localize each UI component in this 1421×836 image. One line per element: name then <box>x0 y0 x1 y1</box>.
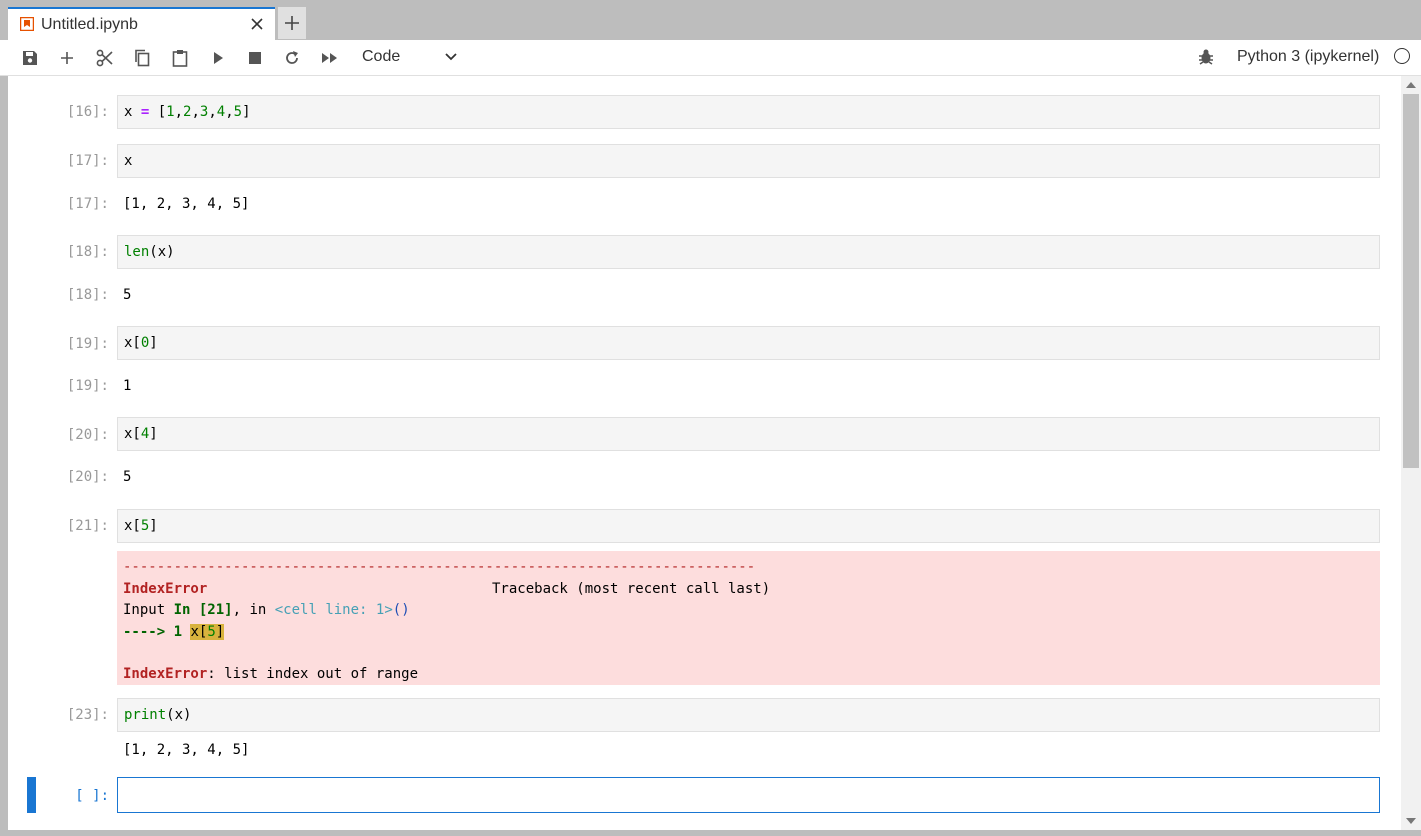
code-cell-input[interactable]: x[0] <box>117 326 1380 360</box>
code-text: x[5] <box>124 518 158 534</box>
paste-button[interactable] <box>169 48 191 68</box>
code-cell-input[interactable]: x[5] <box>117 509 1380 543</box>
kernel-status-icon <box>1394 48 1410 64</box>
run-all-icon <box>322 53 337 63</box>
output-prompt: [19]: <box>66 378 109 394</box>
tab-bar: Untitled.ipynb <box>0 0 1421 40</box>
copy-icon <box>135 49 150 67</box>
input-prompt: [19]: <box>66 336 109 352</box>
code-cell-input[interactable]: x = [1,2,3,4,5] <box>117 95 1380 129</box>
code-cell-input[interactable]: print(x) <box>117 698 1380 732</box>
copy-button[interactable] <box>131 48 153 68</box>
code-text: x <box>124 153 133 169</box>
cell-type-value: Code <box>362 48 401 65</box>
error-name: IndexError <box>123 581 208 597</box>
paste-icon <box>172 50 188 67</box>
tab-notebook[interactable]: Untitled.ipynb <box>8 7 275 40</box>
code-text: x[4] <box>124 426 158 442</box>
new-tab-button[interactable] <box>278 7 306 39</box>
stop-button[interactable] <box>244 48 266 68</box>
input-prompt: [18]: <box>66 244 109 260</box>
code-text: print(x) <box>124 707 192 723</box>
close-icon[interactable] <box>248 15 266 33</box>
cell-type-select[interactable]: Code <box>362 48 462 68</box>
cell-output: 5 <box>123 469 132 485</box>
code-cell-input[interactable]: len(x) <box>117 235 1380 269</box>
notebook-icon <box>20 17 34 31</box>
code-cell-input[interactable]: x <box>117 144 1380 178</box>
tab-title: Untitled.ipynb <box>41 16 138 33</box>
input-prompt: [17]: <box>66 153 109 169</box>
active-code-cell-input[interactable] <box>117 777 1380 813</box>
traceback-divider: ----------------------------------------… <box>123 559 756 575</box>
stop-icon <box>249 52 261 64</box>
run-button[interactable] <box>207 48 229 68</box>
vertical-scrollbar[interactable] <box>1401 76 1421 830</box>
code-text: x = [1,2,3,4,5] <box>124 104 251 120</box>
insert-cell-icon <box>61 52 73 64</box>
cut-icon <box>96 49 113 67</box>
cell-output: [1, 2, 3, 4, 5] <box>123 196 250 212</box>
kernel-name[interactable]: Python 3 (ipykernel) <box>1237 48 1379 66</box>
chevron-down-icon <box>445 53 457 61</box>
cut-button[interactable] <box>94 48 116 68</box>
output-prompt: [20]: <box>66 469 109 485</box>
cell-output: 1 <box>123 378 132 394</box>
input-prompt: [21]: <box>66 518 109 534</box>
run-all-button[interactable] <box>319 48 341 68</box>
error-message: IndexError: list index out of range <box>123 666 419 682</box>
run-icon <box>214 52 223 64</box>
error-output: ----------------------------------------… <box>117 551 1380 685</box>
cell-output: [1, 2, 3, 4, 5] <box>123 742 250 758</box>
input-prompt: [16]: <box>66 104 109 120</box>
scrollbar-thumb[interactable] <box>1403 94 1419 468</box>
input-prompt: [ ]: <box>75 788 109 804</box>
input-prompt: [23]: <box>66 707 109 723</box>
debugger-icon[interactable] <box>1197 48 1215 66</box>
scroll-up-icon[interactable] <box>1406 82 1416 88</box>
scroll-down-icon[interactable] <box>1406 818 1416 824</box>
output-prompt: [17]: <box>66 196 109 212</box>
traceback-label: Traceback (most recent call last) <box>492 581 771 597</box>
save-button[interactable] <box>19 48 41 68</box>
status-strip <box>0 830 1421 836</box>
insert-cell-button[interactable] <box>56 48 78 68</box>
plus-icon <box>285 16 299 30</box>
output-prompt: [18]: <box>66 287 109 303</box>
notebook-panel: [16]: x = [1,2,3,4,5] [17]: x [17]: [1, … <box>8 76 1401 830</box>
code-text: x[0] <box>124 335 158 351</box>
code-text: len(x) <box>124 244 175 260</box>
traceback-code-line: ----> 1 x[5] <box>123 624 225 640</box>
traceback-input-line: Input In [21], in <cell line: 1>() <box>123 602 410 618</box>
cell-output: 5 <box>123 287 132 303</box>
notebook-toolbar: Code Python 3 (ipykernel) <box>0 40 1421 76</box>
restart-icon <box>286 51 298 64</box>
input-prompt: [20]: <box>66 427 109 443</box>
restart-button[interactable] <box>281 48 303 68</box>
code-cell-input[interactable]: x[4] <box>117 417 1380 451</box>
save-icon <box>23 51 37 65</box>
